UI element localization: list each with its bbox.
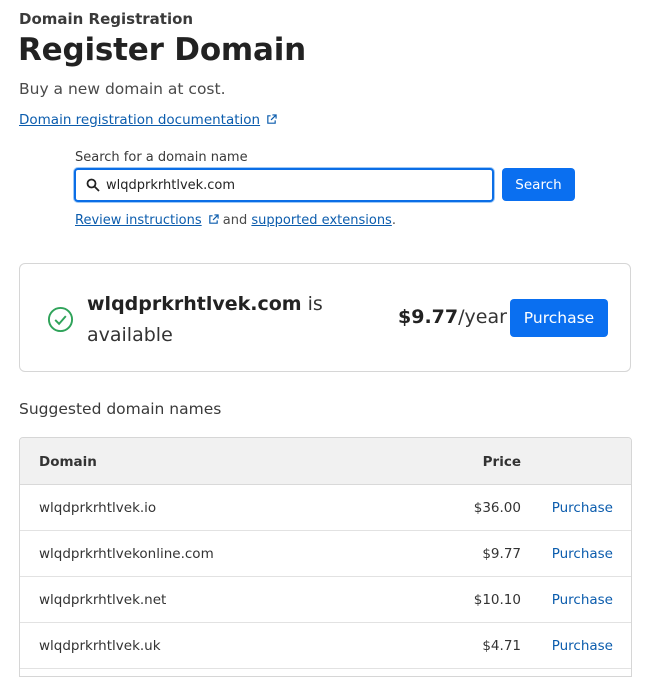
documentation-link[interactable]: Domain registration documentation [19,112,277,129]
external-link-icon [266,113,277,129]
suggestion-price: $4.71 [482,638,521,654]
suggestion-domain: wlqdprkrhtlvek.io [39,500,157,516]
result-price-period: /year [458,306,507,328]
review-instructions-label: Review instructions [75,213,202,228]
suggestion-price: $9.77 [482,546,521,562]
column-header-domain: Domain [39,454,97,470]
suggestion-purchase-link[interactable]: Purchase [552,500,613,516]
suggestion-price: $36.00 [473,500,521,516]
magnifier-icon [86,178,100,192]
suggestion-purchase-link[interactable]: Purchase [552,638,613,654]
page-eyebrow: Domain Registration [19,10,194,28]
suggestion-domain: wlqdprkrhtlvek.uk [39,638,161,654]
table-row: wlqdprkrhtlvek.net $10.10 Purchase [20,577,631,623]
search-input[interactable] [106,177,486,193]
suggestion-domain: wlqdprkrhtlvekonline.com [39,546,214,562]
column-header-price: Price [482,454,521,470]
table-row: wlqdprkrhtlvek.io $36.00 Purchase [20,485,631,531]
suggestions-table: Domain Price wlqdprkrhtlvek.io $36.00 Pu… [19,437,632,677]
search-label: Search for a domain name [75,150,248,165]
availability-card: wlqdprkrhtlvek.com is available $9.77/ye… [19,263,631,372]
documentation-link-label: Domain registration documentation [19,112,261,128]
purchase-button[interactable]: Purchase [510,299,608,337]
result-price-amount: $9.77 [398,306,459,328]
search-button[interactable]: Search [502,168,575,201]
external-link-icon [208,214,219,229]
search-help: Review instructions and supported extens… [75,213,396,229]
suggestion-purchase-link[interactable]: Purchase [552,546,613,562]
search-field[interactable] [74,168,494,202]
table-row: wlqdprkrhtlvekonline.com $9.77 Purchase [20,531,631,577]
page-title: Register Domain [18,32,307,68]
result-price: $9.77/year [398,306,507,328]
help-and-text: and [218,213,252,228]
help-end-text: . [391,213,396,228]
review-instructions-link[interactable]: Review instructions [75,213,202,228]
suggestion-purchase-link[interactable]: Purchase [552,592,613,608]
check-circle-icon [47,306,74,333]
suggestion-price: $10.10 [473,592,521,608]
page-subtitle: Buy a new domain at cost. [19,80,226,98]
supported-extensions-link[interactable]: supported extensions [251,213,391,228]
suggestions-heading: Suggested domain names [19,400,222,418]
availability-text: wlqdprkrhtlvek.com is available [87,289,347,351]
table-header: Domain Price [20,438,631,485]
result-domain: wlqdprkrhtlvek.com [87,293,302,315]
table-row: wlqdprkrhtlvek.uk $4.71 Purchase [20,623,631,669]
suggestion-domain: wlqdprkrhtlvek.net [39,592,167,608]
